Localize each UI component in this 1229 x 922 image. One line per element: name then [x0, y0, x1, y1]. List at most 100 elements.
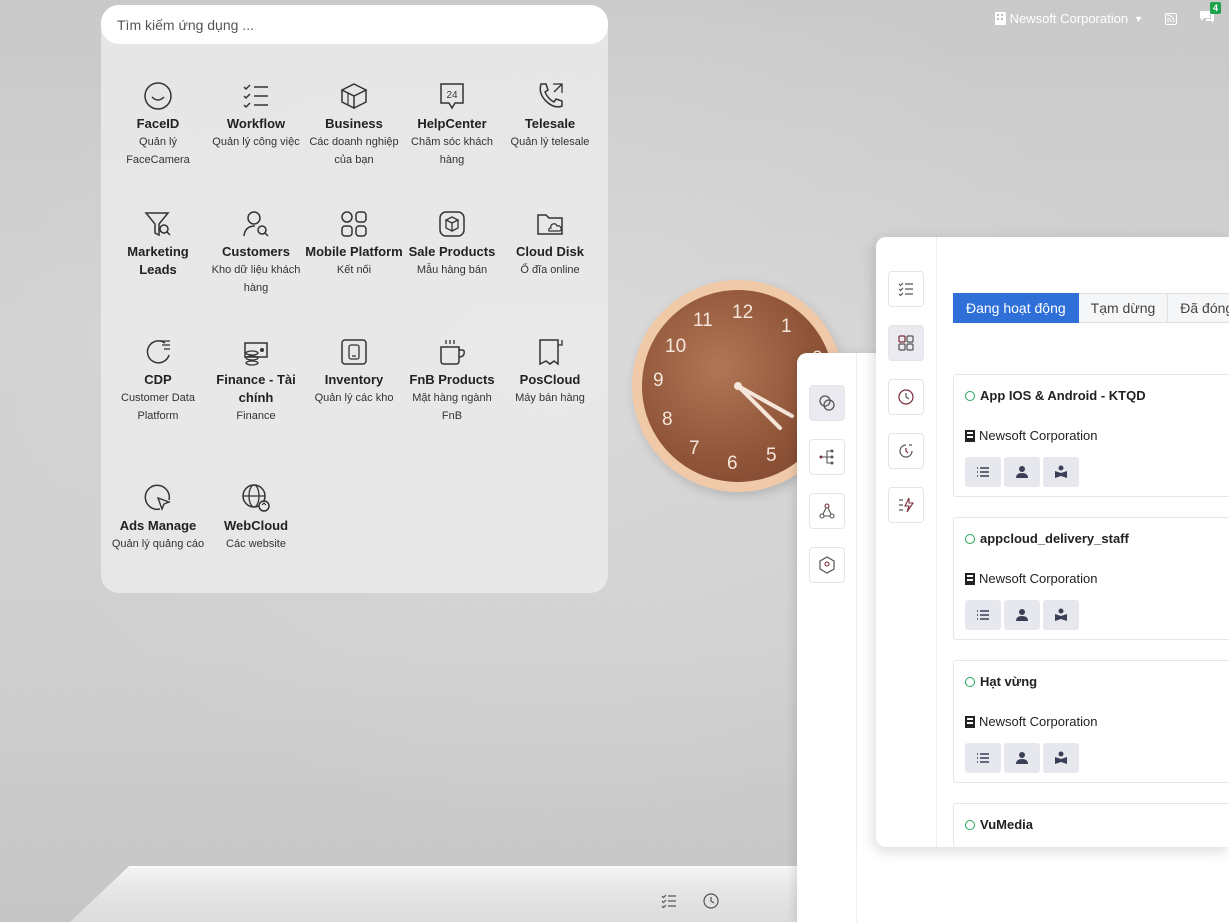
face-icon [144, 82, 172, 110]
grid-icon [898, 335, 914, 351]
app-telesale[interactable]: Telesale Quản lý telesale [501, 81, 599, 151]
reader-button[interactable] [1043, 743, 1079, 773]
app-name: Mobile Platform [305, 244, 403, 259]
app-desc: Quản lý công việc [212, 136, 300, 148]
rail-button-lightning[interactable] [888, 487, 924, 523]
project-org: Newsoft Corporation [965, 428, 1098, 443]
app-mobile-platform[interactable]: Mobile Platform Kết nối [305, 209, 403, 279]
status-dot [965, 533, 975, 544]
list-button[interactable] [965, 457, 1001, 487]
user-icon [1016, 609, 1028, 621]
list-icon [977, 610, 989, 620]
project-card[interactable]: appcloud_delivery_staff Newsoft Corporat… [953, 517, 1229, 640]
app-cdp[interactable]: CDP Customer Data Platform [109, 337, 207, 425]
building-icon [965, 429, 975, 442]
app-desc: Ổ đĩa online [520, 264, 580, 276]
timer-icon [899, 444, 913, 458]
user-button[interactable] [1004, 457, 1040, 487]
rss-icon[interactable] [1165, 12, 1177, 25]
app-desc: Kho dữ liệu khách hàng [211, 264, 301, 294]
app-ads-manage[interactable]: Ads Manage Quản lý quảng cáo [109, 483, 207, 553]
app-business[interactable]: Business Các doanh nghiệp của bạn [305, 81, 403, 169]
dock [660, 892, 720, 910]
rail-button-badge[interactable] [809, 547, 845, 583]
rail-button-history[interactable] [888, 379, 924, 415]
app-name: PosCloud [519, 372, 581, 387]
app-name: Sale Products [408, 244, 496, 259]
project-org: Newsoft Corporation [965, 714, 1098, 729]
app-workflow[interactable]: Workflow Quản lý công việc [207, 81, 305, 151]
app-name: Telesale [524, 116, 576, 131]
app-name: FaceID [136, 116, 180, 131]
project-title-row: VuMedia [965, 817, 1033, 832]
rail-button-timer[interactable] [888, 433, 924, 469]
rail-button-circles[interactable] [809, 385, 845, 421]
app-desc: Quản lý FaceCamera [126, 136, 190, 166]
app-sale-products[interactable]: Sale Products Mẫu hàng bán [403, 209, 501, 279]
status-dot [965, 676, 975, 687]
cup-icon [440, 340, 465, 365]
lightning-list-icon [899, 497, 915, 513]
checklist-icon [898, 282, 913, 297]
app-fnb-products[interactable]: FnB Products Mặt hàng ngành FnB [403, 337, 501, 425]
project-card[interactable]: App IOS & Android - KTQD Newsoft Corpora… [953, 374, 1229, 497]
project-actions [965, 600, 1079, 630]
building-icon [994, 12, 1006, 25]
app-search-input[interactable] [117, 16, 608, 33]
app-launcher: FaceID Quản lý FaceCamera Workflow Quản … [101, 5, 608, 593]
checklist-icon [243, 84, 268, 109]
status-tabs: Đang hoạt động Tạm dừng Đã đóng [953, 293, 1229, 323]
org-switcher[interactable]: Newsoft Corporation ▼ [994, 11, 1143, 26]
project-card[interactable]: VuMedia [953, 803, 1229, 847]
list-button[interactable] [965, 743, 1001, 773]
projects-window: Đang hoạt động Tạm dừng Đã đóng App IOS … [876, 237, 1229, 847]
book-reader-icon [1055, 751, 1067, 764]
app-customers[interactable]: Customers Kho dữ liệu khách hàng [207, 209, 305, 297]
app-name: HelpCenter [417, 116, 487, 131]
checklist-icon[interactable] [660, 892, 678, 910]
tree-icon [819, 449, 834, 465]
boxes-icon [340, 83, 368, 110]
project-card[interactable]: Hạt vừng Newsoft Corporation [953, 660, 1229, 783]
svg-text:24: 24 [446, 90, 458, 101]
rail-button-tasks[interactable] [888, 271, 924, 307]
folder-cloud-icon [537, 214, 563, 235]
app-desc: Quản lý các kho [314, 392, 394, 404]
reader-button[interactable] [1043, 457, 1079, 487]
project-org: Newsoft Corporation [965, 571, 1098, 586]
building-icon [965, 572, 975, 585]
app-helpcenter[interactable]: 24 HelpCenter Chăm sóc khách hàng [403, 81, 501, 169]
overlap-circles-icon [819, 395, 835, 411]
app-marketing-leads[interactable]: Marketing Leads [109, 209, 207, 279]
app-desc: Các doanh nghiệp của bạn [309, 136, 399, 166]
user-button[interactable] [1004, 600, 1040, 630]
app-webcloud[interactable]: WebCloud Các website [207, 483, 305, 553]
rail-button-network[interactable] [809, 493, 845, 529]
clock-refresh-icon[interactable] [702, 892, 720, 910]
rail-button-projects[interactable] [888, 325, 924, 361]
app-faceid[interactable]: FaceID Quản lý FaceCamera [109, 81, 207, 169]
chat-button[interactable]: 4 [1199, 2, 1221, 27]
rail-button-tree[interactable] [809, 439, 845, 475]
app-inventory[interactable]: Inventory Quản lý các kho [305, 337, 403, 407]
app-name: Finance - Tài chính [216, 372, 296, 405]
tab-active[interactable]: Đang hoạt động [953, 293, 1079, 323]
support-24-icon: 24 [440, 83, 464, 110]
app-desc: Kết nối [336, 264, 372, 276]
user-icon [1016, 752, 1028, 764]
app-desc: Finance [236, 410, 276, 422]
book-reader-icon [1055, 465, 1067, 478]
app-search-box[interactable] [101, 5, 608, 44]
list-button[interactable] [965, 600, 1001, 630]
user-icon [1016, 466, 1028, 478]
app-name: WebCloud [223, 518, 289, 533]
app-desc: Customer Data Platform [121, 392, 195, 422]
tab-closed[interactable]: Đã đóng [1168, 293, 1229, 323]
tab-paused[interactable]: Tạm dừng [1078, 293, 1169, 323]
user-button[interactable] [1004, 743, 1040, 773]
reader-button[interactable] [1043, 600, 1079, 630]
chat-badge: 4 [1209, 2, 1221, 14]
app-finance[interactable]: Finance - Tài chính Finance [207, 337, 305, 425]
app-cloud-disk[interactable]: Cloud Disk Ổ đĩa online [501, 209, 599, 279]
app-poscloud[interactable]: PosCloud Máy bán hàng [501, 337, 599, 407]
